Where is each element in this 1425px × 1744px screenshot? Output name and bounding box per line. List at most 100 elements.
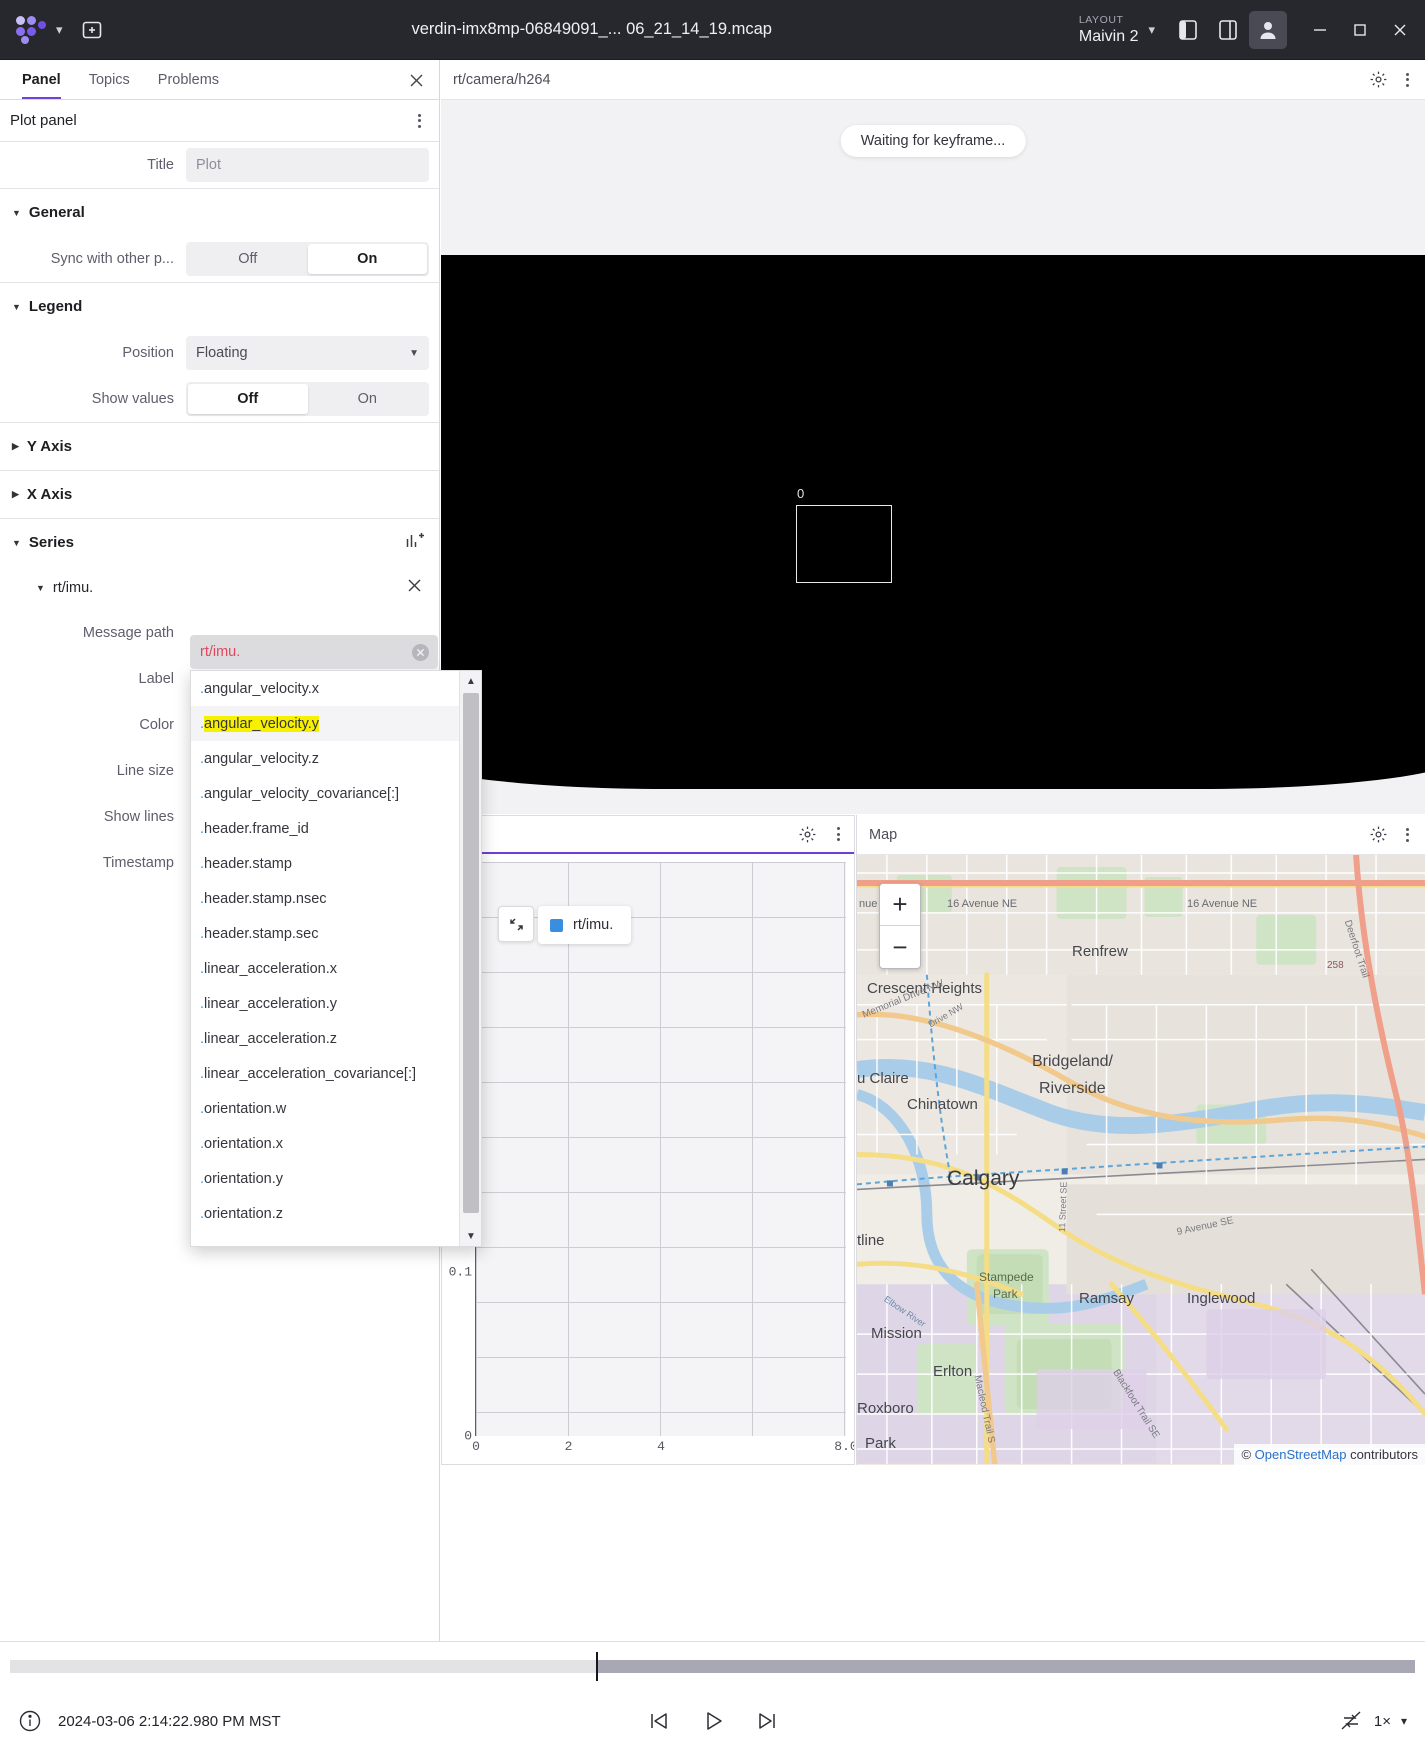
autocomplete-option[interactable]: .header.stamp.sec (191, 916, 459, 951)
autocomplete-option-label: header.stamp.nsec (204, 891, 327, 907)
chevron-down-icon: ▼ (12, 208, 21, 218)
title-input[interactable] (186, 148, 429, 182)
autocomplete-option[interactable]: .orientation.y (191, 1161, 459, 1196)
autocomplete-option-label: angular_velocity.y (204, 716, 319, 732)
sync-off-option[interactable]: Off (188, 244, 308, 274)
map-zoom-controls[interactable]: + − (879, 883, 921, 969)
panel-menu-icon[interactable] (414, 110, 425, 132)
autocomplete-option[interactable]: .header.stamp (191, 846, 459, 881)
plot-body[interactable]: 00.10.20.30248.0 rt/imu. (442, 854, 854, 1464)
layout-selector[interactable]: LAYOUT Maivin 2 ▾ (1073, 12, 1165, 48)
scrubber-playhead[interactable] (596, 1652, 598, 1681)
tab-topics[interactable]: Topics (75, 60, 144, 99)
video-panel-header: rt/camera/h264 (441, 60, 1425, 100)
autocomplete-option[interactable]: .linear_acceleration.y (191, 986, 459, 1021)
legend-color-swatch[interactable] (550, 919, 563, 932)
playback-scrubber[interactable] (10, 1660, 1415, 1673)
series-timestamp-label: Timestamp (0, 855, 186, 871)
section-general[interactable]: ▼ General (0, 188, 439, 236)
openstreetmap-link[interactable]: OpenStreetMap (1255, 1447, 1347, 1462)
autocomplete-option-label: angular_velocity.x (204, 681, 319, 697)
chevron-right-icon: ▶ (12, 441, 19, 452)
autocomplete-option[interactable]: .header.stamp.nsec (191, 881, 459, 916)
layout-caret-icon[interactable]: ▾ (1148, 22, 1155, 38)
chevron-up-icon[interactable]: ▲ (460, 671, 482, 691)
add-panel-icon[interactable] (73, 11, 111, 49)
plot-y-tick: 0 (464, 1429, 472, 1444)
map-body[interactable]: 16 Avenue NE16 Avenue NEnue NWRenfrewCre… (857, 855, 1425, 1465)
plot-panel-menu-icon[interactable] (833, 823, 844, 845)
plot-x-tick: 4 (657, 1439, 665, 1454)
section-x-axis[interactable]: ▶ X Axis (0, 470, 439, 518)
maximize-icon[interactable] (1341, 11, 1379, 49)
autocomplete-option[interactable]: .angular_velocity.x (191, 671, 459, 706)
video-status-message: Waiting for keyframe... (841, 125, 1026, 157)
message-path-label: Message path (0, 625, 186, 641)
plot-expand-button[interactable] (498, 906, 534, 942)
series-item-rt-imu[interactable]: ▼ rt/imu. (0, 566, 439, 610)
section-y-axis[interactable]: ▶ Y Axis (0, 422, 439, 470)
panel-name: Plot panel (10, 112, 77, 129)
seek-start-icon[interactable] (645, 1707, 673, 1735)
autocomplete-option[interactable]: .linear_acceleration_covariance[:] (191, 1056, 459, 1091)
section-legend[interactable]: ▼ Legend (0, 282, 439, 330)
left-sidebar-icon[interactable] (1169, 11, 1207, 49)
autocomplete-option-label: linear_acceleration_covariance[:] (204, 1066, 416, 1082)
map-zoom-out-button[interactable]: − (880, 926, 920, 968)
gear-icon[interactable] (1369, 825, 1388, 844)
map-panel-menu-icon[interactable] (1402, 824, 1413, 846)
layout-label: LAYOUT (1079, 14, 1139, 27)
message-path-input-wrapper[interactable]: rt/imu. (190, 635, 438, 669)
show-values-toggle[interactable]: Off On (186, 382, 429, 416)
series-color-label: Color (0, 717, 186, 733)
logo-caret-icon[interactable]: ▾ (56, 22, 63, 38)
video-panel-menu-icon[interactable] (1402, 69, 1413, 91)
map-zoom-in-button[interactable]: + (880, 884, 920, 926)
right-sidebar-icon[interactable] (1209, 11, 1247, 49)
legend-series-label: rt/imu. (573, 917, 613, 933)
tab-problems[interactable]: Problems (144, 60, 233, 99)
autocomplete-option[interactable]: .linear_acceleration.z (191, 1021, 459, 1056)
chevron-down-icon[interactable]: ▼ (460, 1226, 482, 1246)
show-values-on-option[interactable]: On (308, 384, 428, 414)
sidebar-close-icon[interactable] (403, 67, 429, 93)
legend-position-row: Position Floating ▼ (0, 330, 439, 376)
series-item-label: rt/imu. (53, 580, 93, 596)
autocomplete-option[interactable]: .orientation.w (191, 1091, 459, 1126)
user-account-icon[interactable] (1249, 11, 1287, 49)
plot-legend-item[interactable]: rt/imu. (538, 906, 631, 944)
seek-end-icon[interactable] (753, 1707, 781, 1735)
play-icon[interactable] (699, 1707, 727, 1735)
legend-position-select[interactable]: Floating ▼ (186, 336, 429, 370)
autocomplete-scrollbar[interactable]: ▲ ▼ (459, 671, 481, 1246)
autocomplete-option[interactable]: .angular_velocity_covariance[:] (191, 776, 459, 811)
clear-circle-icon[interactable] (411, 643, 430, 662)
sync-on-option[interactable]: On (308, 244, 428, 274)
tab-panel[interactable]: Panel (8, 60, 75, 99)
show-values-off-option[interactable]: Off (188, 384, 308, 414)
scrollbar-thumb[interactable] (463, 693, 479, 1213)
section-y-axis-label: Y Axis (27, 438, 72, 455)
sidebar-tabs: Panel Topics Problems (0, 60, 439, 100)
show-values-row: Show values Off On (0, 376, 439, 422)
autocomplete-option[interactable]: .angular_velocity.y (191, 706, 459, 741)
autocomplete-option[interactable]: .linear_acceleration.x (191, 951, 459, 986)
gear-icon[interactable] (798, 825, 817, 844)
autocomplete-scroll-port: .angular_velocity.x.angular_velocity.y.a… (191, 671, 459, 1246)
autocomplete-option[interactable]: .header.frame_id (191, 811, 459, 846)
gear-icon[interactable] (1369, 70, 1388, 89)
add-series-icon[interactable] (405, 531, 425, 555)
close-icon[interactable] (1381, 11, 1419, 49)
autocomplete-option[interactable]: .orientation.x (191, 1126, 459, 1161)
minimize-icon[interactable] (1301, 11, 1339, 49)
map-tiles (857, 855, 1425, 1464)
autocomplete-option[interactable]: .orientation.z (191, 1196, 459, 1231)
show-values-label: Show values (0, 391, 186, 407)
sync-toggle[interactable]: Off On (186, 242, 429, 276)
autocomplete-option[interactable]: .angular_velocity.z (191, 741, 459, 776)
section-series[interactable]: ▼ Series (0, 518, 439, 566)
remove-series-icon[interactable] (406, 577, 423, 599)
video-panel-body[interactable]: Waiting for keyframe... 0 (441, 100, 1425, 814)
video-panel: rt/camera/h264 Waiting for keyframe... 0 (441, 60, 1425, 814)
message-path-value: rt/imu. (200, 644, 411, 660)
